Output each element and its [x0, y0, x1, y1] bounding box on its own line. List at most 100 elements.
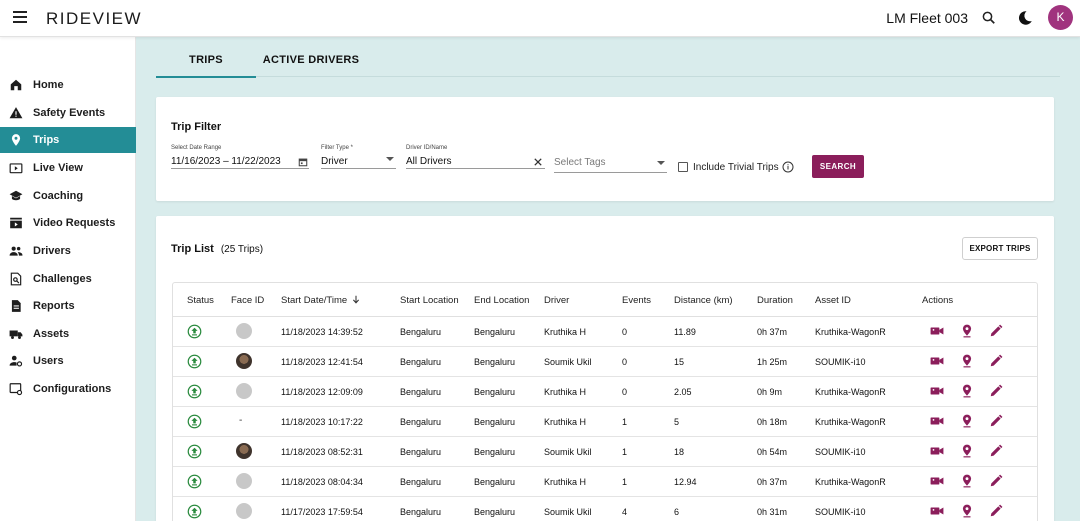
- distance-cell: 11.89: [674, 327, 696, 337]
- sort-arrow-down-icon[interactable]: [352, 295, 360, 304]
- upload-circle-icon: [187, 354, 202, 369]
- start-datetime-cell: 11/18/2023 10:17:22: [281, 417, 363, 427]
- document-icon: [11, 300, 21, 312]
- start-datetime-label: Start Date/Time: [281, 295, 348, 306]
- sidebar-item-reports[interactable]: Reports: [0, 293, 136, 319]
- video-request-icon: [10, 217, 22, 229]
- column-header-end-location: End Location: [474, 295, 530, 306]
- driver-cell: Soumik Ukil: [544, 507, 592, 517]
- video-camera-icon[interactable]: [930, 444, 944, 458]
- pencil-icon[interactable]: [989, 474, 1003, 488]
- export-trips-button[interactable]: EXPORT TRIPS: [962, 237, 1038, 260]
- pencil-icon[interactable]: [989, 354, 1003, 368]
- tags-select[interactable]: Select Tags: [554, 153, 667, 173]
- face-placeholder-avatar[interactable]: [236, 503, 252, 519]
- table-row[interactable]: - 11/18/2023 10:17:22 Bengaluru Bengaluru Kr…: [173, 407, 1037, 437]
- map-pin-icon[interactable]: [960, 384, 974, 398]
- upload-circle-icon: [187, 474, 202, 489]
- video-camera-icon[interactable]: [930, 504, 944, 518]
- pencil-icon[interactable]: [989, 504, 1003, 518]
- pencil-icon[interactable]: [989, 414, 1003, 428]
- face-placeholder-avatar[interactable]: [236, 383, 252, 399]
- driver-cell: Soumik Ukil: [544, 357, 592, 367]
- map-pin-icon[interactable]: [960, 474, 974, 488]
- map-pin-icon[interactable]: [960, 354, 974, 368]
- face-photo-avatar[interactable]: [236, 443, 252, 459]
- sidebar-item-coaching[interactable]: Coaching: [0, 183, 136, 209]
- sidebar-item-drivers[interactable]: Drivers: [0, 238, 136, 264]
- tab-active-drivers[interactable]: ACTIVE DRIVERS: [256, 54, 366, 77]
- driver-cell: Soumik Ukil: [544, 447, 592, 457]
- table-row[interactable]: 11/18/2023 12:41:54 Bengaluru Bengaluru Sou…: [173, 347, 1037, 377]
- sidebar-item-label: Live View: [33, 162, 83, 174]
- start-datetime-cell: 11/18/2023 12:09:09: [281, 387, 363, 397]
- sidebar-item-home[interactable]: Home: [0, 72, 136, 98]
- sidebar-item-label: Challenges: [33, 273, 92, 285]
- pencil-icon[interactable]: [989, 324, 1003, 338]
- avatar[interactable]: K: [1048, 5, 1073, 30]
- menu-icon[interactable]: [13, 11, 27, 23]
- column-header-actions: Actions: [922, 295, 954, 306]
- sidebar-item-users[interactable]: Users: [0, 348, 136, 374]
- duration-cell: 0h 37m: [757, 477, 788, 487]
- sidebar-item-assets[interactable]: Assets: [0, 321, 136, 347]
- sidebar-item-trips[interactable]: Trips: [0, 127, 136, 153]
- trip-count: (25 Trips): [220, 244, 264, 255]
- map-pin-icon[interactable]: [960, 414, 974, 428]
- duration-cell: 0h 9m: [757, 387, 783, 397]
- sidebar-item-live-view[interactable]: Live View: [0, 155, 136, 181]
- map-pin-icon[interactable]: [960, 444, 974, 458]
- sidebar-item-label: Drivers: [33, 245, 71, 257]
- sidebar-item-label: Safety Events: [33, 107, 106, 119]
- people-icon: [9, 246, 23, 256]
- map-pin-icon[interactable]: [960, 324, 974, 338]
- driver-cell: Kruthika H: [544, 417, 587, 427]
- video-camera-icon[interactable]: [930, 354, 944, 368]
- video-camera-icon[interactable]: [930, 414, 944, 428]
- calendar-icon[interactable]: [298, 157, 308, 167]
- video-camera-icon[interactable]: [930, 384, 944, 398]
- pencil-icon[interactable]: [989, 384, 1003, 398]
- face-placeholder-avatar[interactable]: [236, 323, 252, 339]
- filter-type-label: Filter Type *: [321, 145, 353, 151]
- driver-select[interactable]: Driver ID/Name All Drivers: [406, 145, 545, 169]
- table-row[interactable]: 11/18/2023 12:09:09 Bengaluru Bengaluru Kru…: [173, 377, 1037, 407]
- search-button[interactable]: SEARCH: [812, 155, 864, 178]
- upload-circle-icon: [187, 384, 202, 399]
- upload-circle-icon: [187, 504, 202, 519]
- clear-icon[interactable]: [534, 158, 542, 166]
- dark-mode-icon[interactable]: [1016, 9, 1034, 27]
- sidebar: Home Safety Events Trips Live View Coach…: [0, 37, 136, 521]
- fleet-name[interactable]: LM Fleet 003: [886, 10, 968, 26]
- asset-id-cell: Kruthika-WagonR: [815, 327, 886, 337]
- face-photo-avatar[interactable]: [236, 353, 252, 369]
- main-content: TRIPS ACTIVE DRIVERS Trip Filter Select …: [136, 37, 1080, 521]
- tab-bar: TRIPS ACTIVE DRIVERS: [156, 37, 1060, 78]
- date-range-field[interactable]: Select Date Range 11/16/2023 – 11/22/202…: [171, 145, 309, 169]
- table-row[interactable]: 11/18/2023 14:39:52 Bengaluru Bengaluru Kru…: [173, 317, 1037, 347]
- video-camera-icon[interactable]: [930, 474, 944, 488]
- filter-type-select[interactable]: Filter Type * Driver: [321, 145, 396, 169]
- start-location-cell: Bengaluru: [400, 477, 442, 487]
- sidebar-item-configurations[interactable]: Configurations: [0, 376, 136, 402]
- start-location-cell: Bengaluru: [400, 387, 442, 397]
- distance-cell: 6: [674, 507, 680, 517]
- include-trivial-checkbox[interactable]: [678, 162, 688, 172]
- sidebar-item-video-requests[interactable]: Video Requests: [0, 210, 136, 236]
- asset-id-cell: Kruthika-WagonR: [815, 417, 886, 427]
- map-pin-icon[interactable]: [960, 504, 974, 518]
- info-icon[interactable]: [782, 161, 794, 173]
- column-header-start-datetime[interactable]: Start Date/Time: [281, 295, 360, 306]
- video-camera-icon[interactable]: [930, 324, 944, 338]
- search-icon[interactable]: [980, 9, 998, 27]
- sidebar-item-safety-events[interactable]: Safety Events: [0, 100, 136, 126]
- sidebar-item-label: Assets: [33, 328, 70, 340]
- tab-trips[interactable]: TRIPS: [156, 54, 256, 78]
- pencil-icon[interactable]: [989, 444, 1003, 458]
- face-placeholder-avatar[interactable]: [236, 473, 252, 489]
- end-location-cell: Bengaluru: [474, 417, 516, 427]
- table-row[interactable]: 11/18/2023 08:04:34 Bengaluru Bengaluru Kru…: [173, 467, 1037, 497]
- sidebar-item-challenges[interactable]: Challenges: [0, 266, 136, 292]
- table-row[interactable]: 11/18/2023 08:52:31 Bengaluru Bengaluru Sou…: [173, 437, 1037, 467]
- table-row[interactable]: 11/17/2023 17:59:54 Bengaluru Bengaluru Sou…: [173, 497, 1037, 521]
